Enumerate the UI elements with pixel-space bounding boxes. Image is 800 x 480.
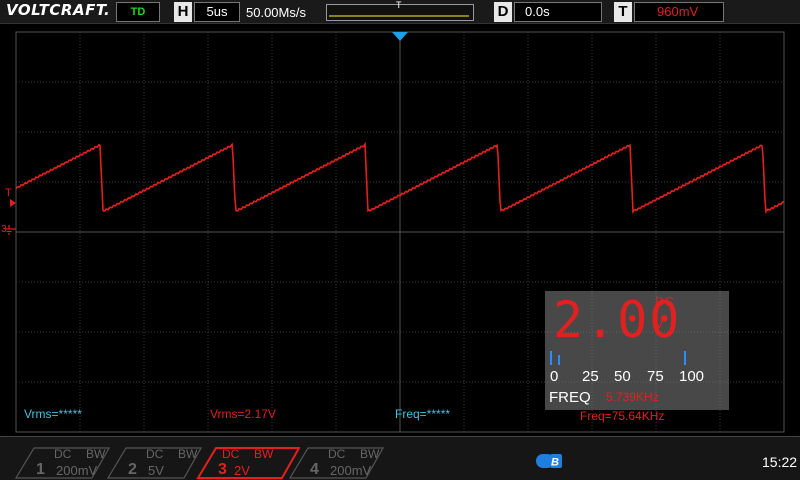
dmm-scale-100: 100 — [679, 368, 705, 385]
dmm-scale-25: 25 — [582, 368, 599, 385]
multimeter-bar-start — [550, 351, 552, 365]
channel-1-number: 1 — [36, 461, 45, 478]
channel-2-bw: BW — [178, 447, 198, 461]
channel-3-coupling: DC — [222, 447, 240, 461]
multimeter-mode: DC — [655, 294, 674, 309]
channel-3-bw: BW — [254, 447, 274, 461]
dmm-scale-75: 75 — [647, 368, 664, 385]
usb-icon-label: B — [551, 457, 559, 469]
channel-4-number: 4 — [310, 461, 319, 478]
channel-1-coupling: DC — [54, 447, 72, 461]
delay-value[interactable]: 0.0s — [514, 2, 602, 22]
measurement-ch3-vrms: Vrms=2.17V — [210, 407, 276, 421]
multimeter-panel[interactable]: 2.00 DC V FREQ 5.739KHz — [545, 291, 729, 410]
channel-3-scale: 2V — [234, 463, 250, 478]
delay-letter: D — [494, 2, 512, 22]
multimeter-bar-end — [684, 351, 686, 365]
channel-3-tab[interactable]: 3 DC BW 2V — [196, 447, 300, 479]
channel-3-number: 3 — [218, 461, 227, 478]
multimeter-freq-value: 5.739KHz — [606, 390, 659, 404]
channel-1-scale: 200mV — [56, 463, 98, 478]
acquisition-mode-badge[interactable]: TD — [116, 2, 160, 22]
channel-1-tab[interactable]: 1 DC BW 200mV — [14, 447, 110, 479]
measurement-ch1-freq: Freq=***** — [395, 407, 451, 421]
trigger-level-marker-icon[interactable] — [10, 199, 16, 207]
channel-4-tab[interactable]: 4 DC BW 200mV — [288, 447, 384, 479]
horizontal-letter: H — [174, 2, 192, 22]
channel-2-coupling: DC — [146, 447, 164, 461]
memory-trigger-marker: T — [396, 0, 402, 10]
dmm-scale-50: 50 — [614, 368, 631, 385]
measurement-ch1-vrms: Vrms=***** — [24, 407, 82, 421]
channel-1-bw: BW — [86, 447, 106, 461]
trigger-level-value[interactable]: 960mV — [634, 2, 724, 22]
channel3-marker-label: 3 — [1, 224, 7, 235]
multimeter-unit: V — [655, 316, 664, 331]
sample-rate: 50.00Ms/s — [246, 5, 306, 20]
usb-icon: B — [536, 454, 562, 469]
channel-4-scale: 200mV — [330, 463, 372, 478]
channel-status-bar: 1 DC BW 200mV 2 DC BW 5V 3 DC BW 2V 4 DC… — [0, 436, 800, 480]
ground-marker-icon[interactable] — [5, 225, 16, 235]
brand-logo: VOLTCRAFT. — [6, 1, 111, 19]
channel-2-tab[interactable]: 2 DC BW 5V — [106, 447, 202, 479]
trigger-letter: T — [614, 2, 632, 22]
timebase-value[interactable]: 5us — [194, 2, 240, 22]
channel-4-bw: BW — [360, 447, 380, 461]
dmm-scale-0: 0 — [550, 368, 559, 385]
channel-2-scale: 5V — [148, 463, 164, 478]
system-clock: 15:22 — [762, 454, 798, 470]
trigger-level-label: T — [5, 187, 12, 199]
measurement-ch3-freq: Freq=75.64KHz — [580, 409, 665, 423]
channel-4-coupling: DC — [328, 447, 346, 461]
channel-2-number: 2 — [128, 461, 137, 478]
multimeter-freq-label: FREQ — [549, 389, 591, 406]
top-status-bar: VOLTCRAFT. TD H 5us 50.00Ms/s T D 0.0s T… — [0, 0, 800, 24]
multimeter-level-bar — [557, 355, 560, 365]
